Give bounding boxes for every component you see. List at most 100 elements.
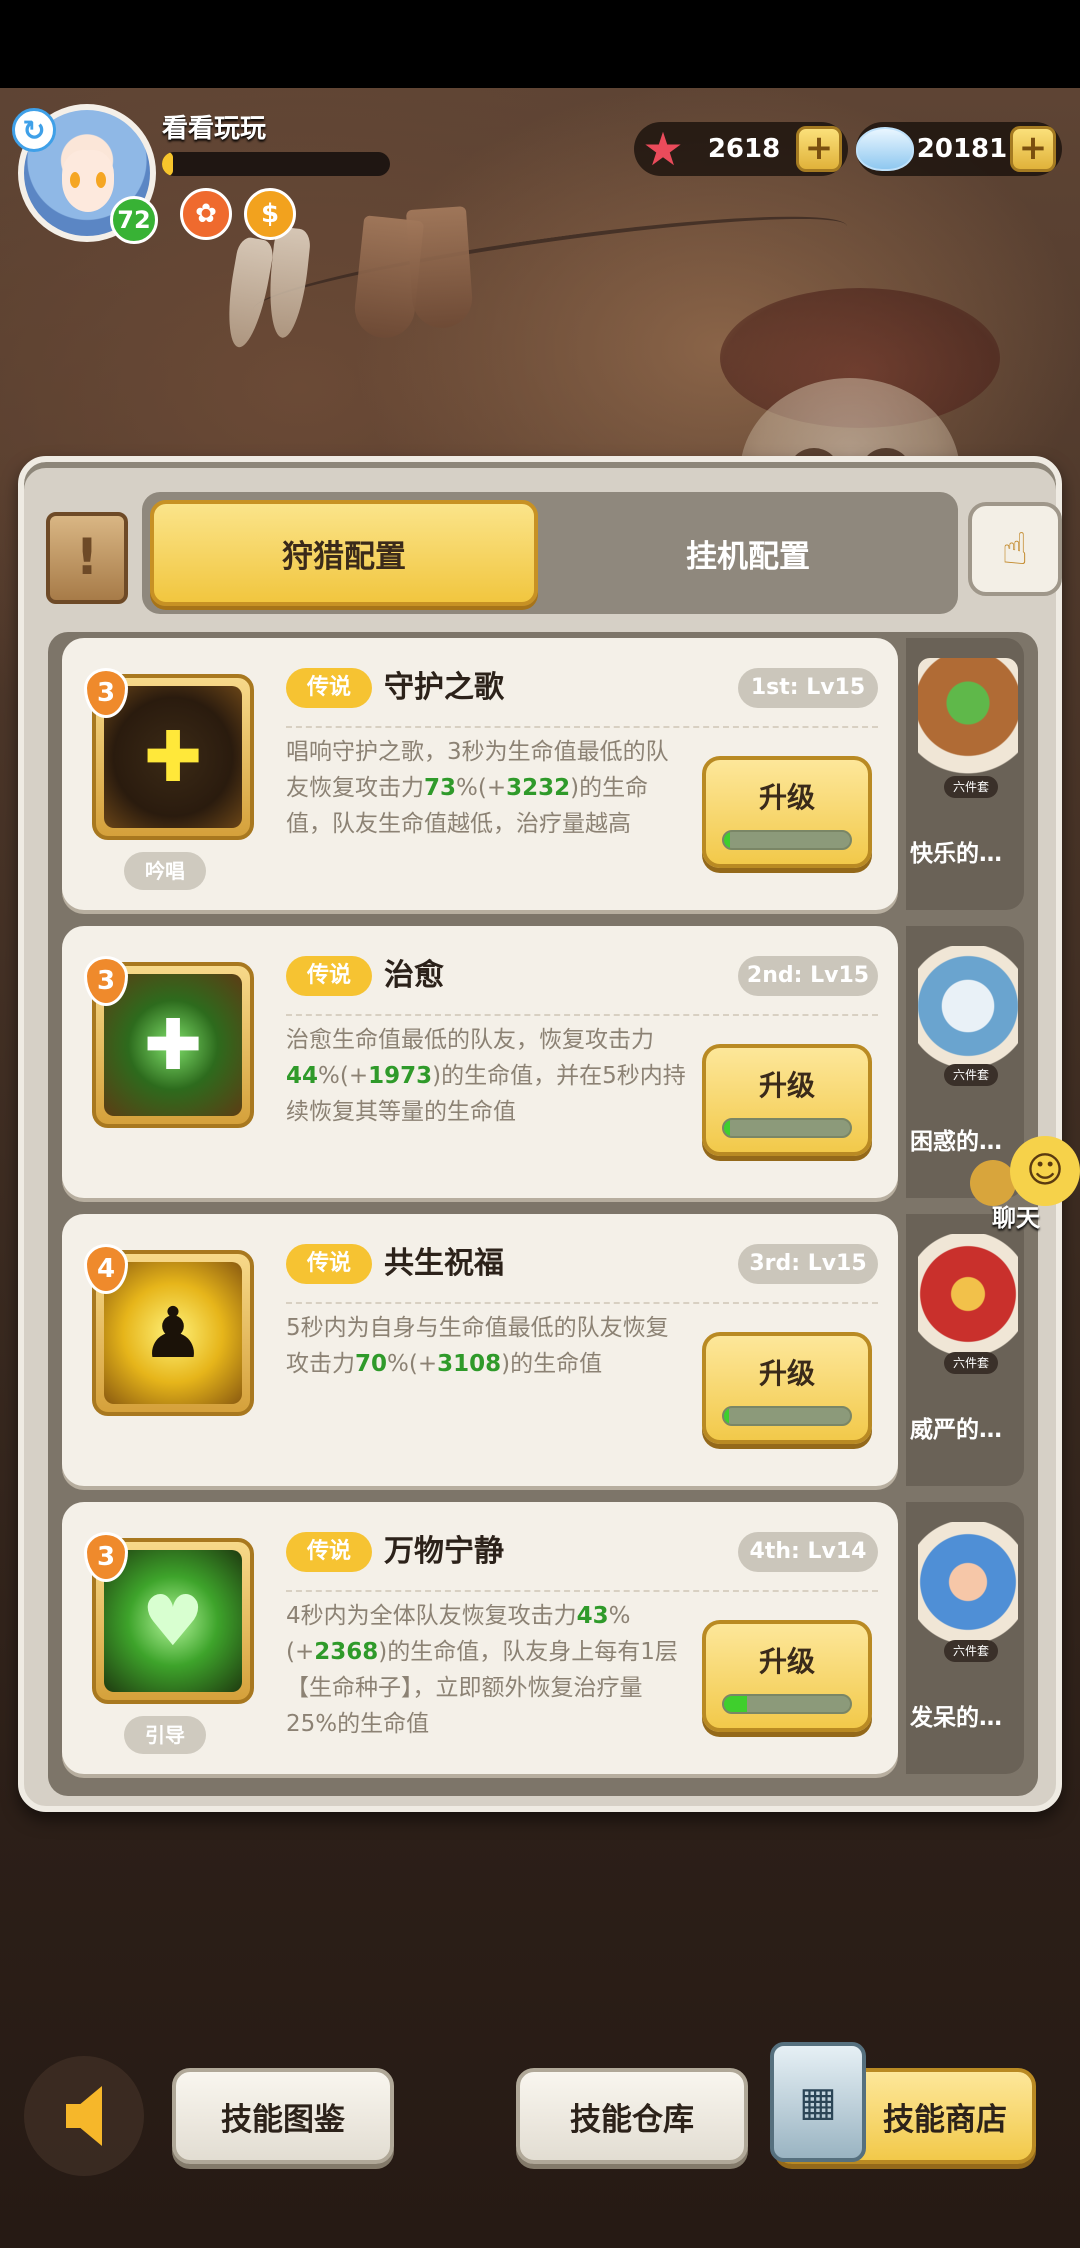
starfish-icon: ★ — [642, 122, 684, 176]
symbiosis-figure-icon: ♟ — [104, 1262, 242, 1404]
skill-card[interactable]: ♟ 4 传说 共生祝福 3rd: Lv15 5秒内为自身与生命值最低的队友恢复攻… — [62, 1214, 898, 1486]
pet-name: 快乐的土… — [910, 841, 1022, 867]
slot-level-badge: 3rd: Lv15 — [738, 1244, 878, 1284]
slot-level-badge: 4th: Lv14 — [738, 1532, 878, 1572]
upgrade-progress-bar — [722, 830, 852, 850]
edit-config-button[interactable]: ☝ — [968, 502, 1062, 596]
heal-cross-icon: ✚ — [104, 974, 242, 1116]
skill-slot-list: ✚ 3 吟唱 传说 守护之歌 1st: Lv15 唱响守护之歌，3秒为生命值最低… — [48, 632, 1038, 1796]
upgrade-button[interactable]: 升级 — [702, 1332, 872, 1444]
slot-level-badge: 1st: Lv15 — [738, 668, 878, 708]
scroll-notice-icon[interactable]: ! — [46, 512, 128, 604]
skill-config-panel: ! 狩猎配置 挂机配置 ☝ ✚ 3 吟唱 传说 守护之歌 1st: Lv15 唱… — [18, 456, 1062, 1812]
tranquility-heart-icon: ♥ — [104, 1550, 242, 1692]
pet-card[interactable]: 六件套 威严的女… — [906, 1214, 1024, 1486]
skill-description: 唱响守护之歌，3秒为生命值最低的队友恢复攻击力73%(+3232)的生命值，队友… — [286, 734, 686, 842]
skill-description: 4秒内为全体队友恢复攻击力43%(+2368)的生命值，队友身上每有1层【生命种… — [286, 1598, 686, 1742]
avatar-eye — [96, 172, 106, 188]
back-arrow-icon — [66, 2086, 102, 2146]
desc-highlight: 3108 — [437, 1351, 502, 1377]
buff-coin-icon[interactable]: $ — [244, 188, 296, 240]
tab-hunt-config[interactable]: 狩猎配置 — [150, 500, 538, 606]
rarity-badge: 传说 — [286, 1532, 372, 1572]
skill-name: 治愈 — [384, 958, 444, 993]
skill-card[interactable]: ✚ 3 吟唱 传说 守护之歌 1st: Lv15 唱响守护之歌，3秒为生命值最低… — [62, 638, 898, 910]
divider — [286, 1014, 878, 1016]
desc-highlight: 70 — [355, 1351, 388, 1377]
desc-text: %(+ — [318, 1063, 369, 1089]
desc-highlight: 43 — [576, 1603, 609, 1629]
desc-text: %(+ — [387, 1351, 438, 1377]
skill-description: 治愈生命值最低的队友，恢复攻击力44%(+1973)的生命值，并在5秒内持续恢复… — [286, 1022, 686, 1130]
buff-gear-icon[interactable]: ✿ — [180, 188, 232, 240]
desc-text: )的生命值 — [501, 1351, 603, 1377]
skill-codex-button[interactable]: 技能图鉴 — [172, 2068, 394, 2164]
currency-pill: ★ 2618 + — [634, 122, 848, 176]
cloth-decoration — [405, 206, 475, 330]
currency-shell: 20181 + — [856, 118, 1062, 180]
back-button[interactable] — [24, 2056, 144, 2176]
upgrade-progress-fill — [724, 1408, 730, 1424]
pet-set-tag: 六件套 — [944, 1352, 998, 1374]
desc-highlight: 1973 — [368, 1063, 433, 1089]
refresh-badge-icon: ↻ — [12, 108, 56, 152]
desc-highlight: 3232 — [506, 775, 571, 801]
shield-cross-icon: ✚ — [104, 686, 242, 828]
skill-cast-type: 吟唱 — [124, 852, 206, 890]
upgrade-progress-fill — [724, 1696, 747, 1712]
add-starfish-button[interactable]: + — [796, 126, 842, 172]
upgrade-progress-fill — [724, 1120, 731, 1136]
desc-highlight: 44 — [286, 1063, 319, 1089]
player-avatar[interactable]: ↻ 72 — [12, 104, 158, 244]
pet-set-tag: 六件套 — [944, 1064, 998, 1086]
desc-text: %(+ — [456, 775, 507, 801]
upgrade-progress-bar — [722, 1406, 852, 1426]
currency-value: 20181 — [916, 134, 1008, 164]
shell-icon — [856, 120, 914, 178]
desc-text: 治愈生命值最低的队友，恢复攻击力 — [286, 1027, 654, 1053]
chat-button[interactable]: ☺ 聊天 — [970, 1136, 1080, 1236]
pet-set-tag: 六件套 — [944, 1640, 998, 1662]
upgrade-label: 升级 — [758, 1069, 815, 1102]
upgrade-button[interactable]: 升级 — [702, 1044, 872, 1156]
pet-name: 威严的女… — [910, 1417, 1022, 1443]
config-tab-bar: 狩猎配置 挂机配置 — [142, 492, 958, 614]
skill-card[interactable]: ✚ 3 传说 治愈 2nd: Lv15 治愈生命值最低的队友，恢复攻击力44%(… — [62, 926, 898, 1198]
shop-book-icon: ▦ — [770, 2042, 866, 2162]
add-shell-button[interactable]: + — [1010, 126, 1056, 172]
desc-highlight: 2368 — [314, 1639, 379, 1665]
pet-card[interactable]: 六件套 快乐的土… — [906, 638, 1024, 910]
desc-text: 4秒内为全体队友恢复攻击力 — [286, 1603, 577, 1629]
upgrade-label: 升级 — [758, 1645, 815, 1678]
upgrade-label: 升级 — [758, 1357, 815, 1390]
tab-idle-config[interactable]: 挂机配置 — [546, 500, 950, 606]
avatar-eye — [70, 172, 80, 188]
upgrade-button[interactable]: 升级 — [702, 756, 872, 868]
skill-shop-button[interactable]: ▦ 技能商店 — [770, 2042, 1036, 2164]
skill-description: 5秒内为自身与生命值最低的队友恢复攻击力70%(+3108)的生命值 — [286, 1310, 686, 1382]
pet-set-tag: 六件套 — [944, 776, 998, 798]
skill-cast-type: 引导 — [124, 1716, 206, 1754]
smiley-icon: ☺ — [1010, 1136, 1080, 1206]
divider — [286, 726, 878, 728]
hand-pointer-icon: ☝ — [1001, 523, 1029, 575]
upgrade-button[interactable]: 升级 — [702, 1620, 872, 1732]
divider — [286, 1590, 878, 1592]
divider — [286, 1302, 878, 1304]
skill-storage-button[interactable]: 技能仓库 — [516, 2068, 748, 2164]
tooth-decoration — [264, 226, 312, 340]
rarity-badge: 传说 — [286, 668, 372, 708]
upgrade-progress-bar — [722, 1118, 852, 1138]
slot-level-badge: 2nd: Lv15 — [738, 956, 878, 996]
skill-name: 万物宁静 — [384, 1534, 504, 1569]
skill-name: 共生祝福 — [384, 1246, 504, 1281]
skill-shop-label: 技能商店 — [883, 2101, 1007, 2138]
upgrade-label: 升级 — [758, 781, 815, 814]
skill-card[interactable]: ♥ 3 引导 传说 万物宁静 4th: Lv14 4秒内为全体队友恢复攻击力43… — [62, 1502, 898, 1774]
rarity-badge: 传说 — [286, 1244, 372, 1284]
player-level-badge: 72 — [110, 196, 158, 244]
currency-starfish: ★ 2618 + — [634, 118, 848, 180]
pet-card[interactable]: 六件套 发呆的蓬… — [906, 1502, 1024, 1774]
pet-name: 发呆的蓬… — [910, 1705, 1022, 1731]
exp-bar — [162, 152, 390, 176]
